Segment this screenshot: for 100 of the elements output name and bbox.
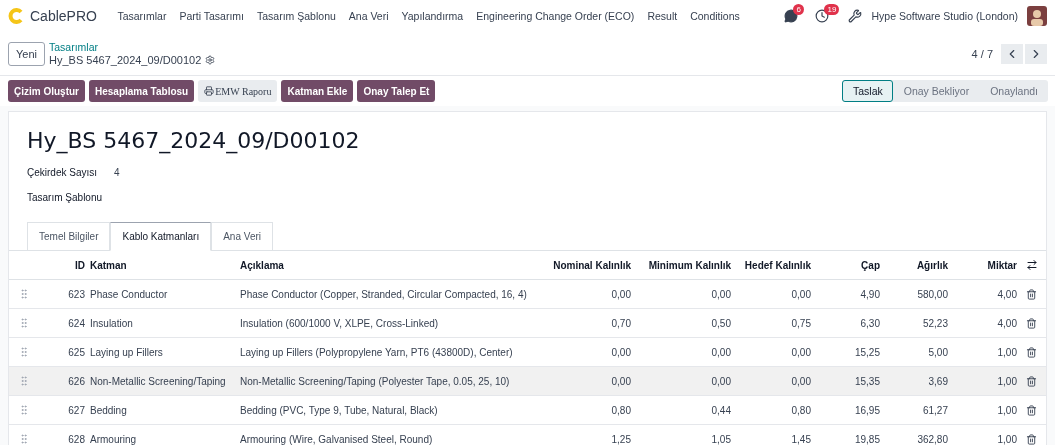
menu-item[interactable]: Tasarımlar: [110, 10, 173, 22]
company-name[interactable]: Hype Software Studio (London): [871, 10, 1018, 22]
breadcrumb-link[interactable]: Tasarımlar: [49, 40, 216, 54]
menu-item[interactable]: Ana Veri: [342, 10, 395, 22]
column-header[interactable]: Ağırlık: [880, 259, 948, 271]
column-settings-icon[interactable]: [1025, 259, 1038, 271]
table-cell-text: 0,00: [710, 346, 731, 358]
status-stage[interactable]: Onaylandı: [979, 80, 1048, 102]
table-cell-text: 0,80: [610, 404, 631, 416]
menu-item[interactable]: Engineering Change Order (ECO): [469, 10, 641, 22]
delete-icon[interactable]: [1026, 404, 1037, 416]
column-header[interactable]: Katman: [85, 259, 235, 271]
delete-icon[interactable]: [1026, 375, 1037, 387]
table-cell-text: 4,90: [859, 288, 880, 300]
column-header[interactable]: ID: [39, 259, 85, 271]
logo-icon: [8, 8, 24, 24]
menu-item[interactable]: Result: [640, 10, 684, 22]
action-button[interactable]: Katman Ekle: [281, 80, 354, 102]
table-cell-text: 52,23: [921, 317, 948, 329]
column-header[interactable]: Minimum Kalınlık: [631, 259, 731, 271]
table-cell-text: 61,27: [921, 404, 948, 416]
app-name: CablePRO: [30, 8, 97, 24]
column-header[interactable]: Nominal Kalınlık: [531, 259, 631, 271]
table-cell-text: Laying up Fillers: [89, 346, 164, 358]
previous-button[interactable]: [1001, 43, 1023, 64]
tab[interactable]: Ana Veri: [211, 222, 273, 251]
field-value: 4: [114, 167, 120, 178]
table-cell-text: 6,30: [859, 317, 880, 329]
action-button[interactable]: EMW Raporu: [198, 80, 278, 102]
table-cell-text: 1,00: [996, 404, 1017, 416]
pager-value: 4 / 7: [971, 47, 993, 60]
printer-icon: [204, 86, 215, 96]
menu-item[interactable]: Tasarım Şablonu: [250, 10, 343, 22]
delete-icon[interactable]: [1026, 288, 1037, 300]
menu-item[interactable]: Parti Tasarımı: [172, 10, 251, 22]
record-title: Hy_BS 5467_2024_09/D00102: [27, 127, 361, 156]
table-cell-text: 0,44: [710, 404, 731, 416]
table-cell-text: 0,00: [610, 288, 631, 300]
table-cell-text: Phase Conductor: [89, 288, 169, 300]
clock-icon[interactable]: [815, 9, 830, 23]
next-button[interactable]: [1025, 43, 1047, 64]
table-cell-text: Non-Metallic Screening/Taping (Polyester Tape, 0.05, 25, 10): [239, 375, 511, 387]
field-label: Çekirdek Sayısı: [27, 167, 98, 178]
table-cell-text: 1,25: [610, 433, 631, 445]
table-cell-text: 1,05: [710, 433, 731, 445]
table-cell-text: Armouring (Wire, Galvanised Steel, Round): [239, 433, 434, 445]
table-cell-text: 4,00: [996, 288, 1017, 300]
delete-icon[interactable]: [1026, 433, 1037, 445]
column-header[interactable]: Açıklama: [235, 259, 531, 271]
action-button[interactable]: Onay Talep Et: [357, 80, 436, 102]
delete-icon[interactable]: [1026, 346, 1037, 358]
new-button[interactable]: Yeni: [8, 41, 45, 66]
table-cell-text: 3,69: [927, 375, 948, 387]
drag-handle-icon[interactable]: [18, 375, 30, 387]
tools-icon[interactable]: [848, 9, 863, 23]
table-cell-text: 0,00: [710, 288, 731, 300]
table-cell-text: 580,00: [916, 288, 948, 300]
settings-icon[interactable]: [205, 55, 216, 65]
table-cell-text: Bedding (PVC, Type 9, Tube, Natural, Black): [239, 404, 439, 416]
table-cell-text: 1,00: [996, 375, 1017, 387]
table-cell-text: 624: [67, 317, 85, 329]
table-cell-text: 0,00: [610, 346, 631, 358]
drag-handle-icon[interactable]: [18, 433, 30, 445]
table-cell-text: 16,95: [853, 404, 880, 416]
table-cell-text: 0,00: [790, 375, 811, 387]
status-stage[interactable]: Taslak: [842, 80, 893, 102]
drag-handle-icon[interactable]: [18, 317, 30, 329]
menu-item[interactable]: Yapılandırma: [395, 10, 470, 22]
table-cell-text: 362,80: [916, 433, 948, 445]
column-header[interactable]: Hedef Kalınlık: [731, 259, 811, 271]
column-header[interactable]: Miktar: [948, 259, 1017, 271]
action-button[interactable]: Çizim Oluştur: [8, 80, 85, 102]
breadcrumb-current: Hy_BS 5467_2024_09/D00102: [49, 53, 202, 67]
field-label: Tasarım Şablonu: [27, 192, 103, 203]
delete-icon[interactable]: [1026, 317, 1037, 329]
table-cell-text: 0,70: [610, 317, 631, 329]
action-button[interactable]: Hesaplama Tablosu: [89, 80, 195, 102]
status-stage[interactable]: Onay Bekliyor: [892, 80, 980, 102]
table-cell-text: 0,00: [790, 288, 811, 300]
tab[interactable]: Temel Bilgiler: [27, 222, 111, 251]
table-cell-text: 625: [67, 346, 85, 358]
table-cell-text: Armouring: [89, 433, 138, 445]
table-cell-text: Bedding: [89, 404, 128, 416]
table-cell-text: 15,35: [853, 375, 880, 387]
table-cell-text: Laying up Fillers (Polypropylene Yarn, PT6 (43800D), Center): [239, 346, 514, 358]
drag-handle-icon[interactable]: [18, 346, 30, 358]
table-cell-text: 0,00: [710, 375, 731, 387]
table-cell-text: 0,00: [610, 375, 631, 387]
table-cell-text: 5,00: [927, 346, 948, 358]
table-cell-text: 0,80: [790, 404, 811, 416]
avatar[interactable]: [1027, 6, 1047, 26]
tab[interactable]: Kablo Katmanları: [110, 222, 212, 251]
menu-item[interactable]: Conditions: [683, 10, 747, 22]
table-cell-text: Phase Conductor (Copper, Stranded, Circular Compacted, 16, 4): [239, 288, 528, 300]
drag-handle-icon[interactable]: [18, 404, 30, 416]
chat-icon[interactable]: [784, 9, 799, 23]
table-row[interactable]: 626 Non-Metallic Screening/Taping Non-Metallic Screening/Taping (Polyester Tape, 0.05, 25, 10) 0,00 0,00 0,00 15,35 3,69 1,00: [9, 367, 1046, 396]
drag-handle-icon[interactable]: [18, 288, 30, 300]
table-cell-text: 626: [67, 375, 85, 387]
column-header[interactable]: Çap: [811, 259, 880, 271]
